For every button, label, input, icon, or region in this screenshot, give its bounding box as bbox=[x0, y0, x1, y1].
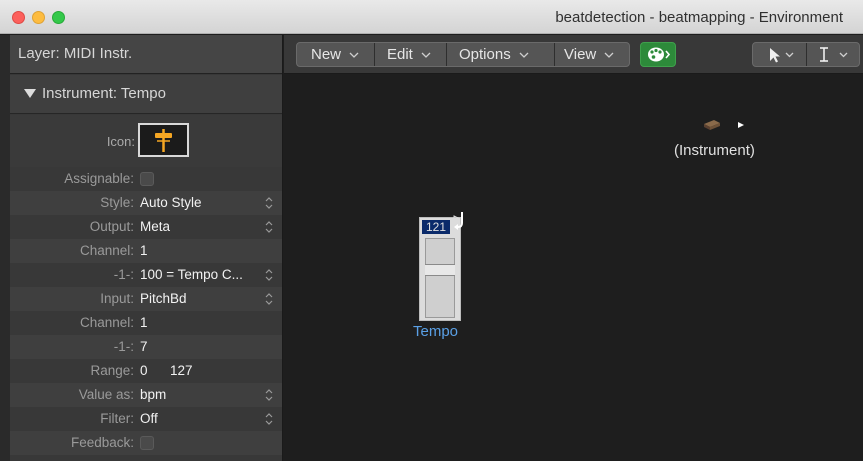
chevron-down-icon bbox=[421, 52, 431, 58]
toolbar-divider bbox=[374, 43, 375, 66]
parameter-value[interactable]: 1 bbox=[140, 315, 148, 330]
toolbar-divider bbox=[554, 43, 555, 66]
new-menu-button[interactable]: New bbox=[311, 43, 359, 66]
chevron-down-icon bbox=[604, 52, 614, 58]
parameter-row: Feedback: bbox=[10, 431, 282, 455]
tool-menu-group bbox=[752, 42, 860, 67]
chevron-down-icon bbox=[519, 52, 529, 58]
parameter-row: Channel: 1 bbox=[10, 311, 282, 335]
options-menu-button[interactable]: Options bbox=[459, 43, 529, 66]
parameter-row: Channel: 1 bbox=[10, 239, 282, 263]
parameter-label: Input: bbox=[100, 291, 134, 306]
parameter-row: Output: Meta bbox=[10, 215, 282, 239]
parameter-checkbox[interactable] bbox=[140, 436, 154, 450]
instrument-object-icon[interactable] bbox=[702, 118, 748, 132]
parameter-label: Filter: bbox=[100, 411, 134, 426]
view-label: View bbox=[564, 46, 597, 63]
inspector-panel: Layer: MIDI Instr. Instrument: Tempo Ico… bbox=[0, 35, 283, 461]
updown-chevron-icon[interactable] bbox=[265, 388, 273, 402]
palette-icon bbox=[648, 47, 671, 62]
tempo-fader-icon bbox=[155, 129, 172, 152]
updown-chevron-icon[interactable] bbox=[265, 220, 273, 234]
parameter-row: Style: Auto Style bbox=[10, 191, 282, 215]
parameter-label: Assignable: bbox=[64, 171, 134, 186]
parameter-value[interactable]: 0 bbox=[140, 363, 148, 378]
parameter-label: -1-: bbox=[113, 339, 134, 354]
palette-button[interactable] bbox=[640, 42, 676, 67]
edit-menu-button[interactable]: Edit bbox=[387, 43, 431, 66]
parameter-value[interactable]: Off bbox=[140, 411, 158, 426]
fader-value: 121 bbox=[422, 220, 450, 234]
parameter-value[interactable]: PitchBd bbox=[140, 291, 187, 306]
instrument-object-label[interactable]: (Instrument) bbox=[674, 142, 755, 159]
parameter-row: Assignable: bbox=[10, 167, 282, 191]
environment-canvas[interactable]: (Instrument) 121 Tempo bbox=[284, 74, 863, 461]
zoom-window-button[interactable] bbox=[52, 11, 65, 24]
parameter-label: Value as: bbox=[78, 387, 134, 402]
layer-label: Layer: MIDI Instr. bbox=[18, 45, 133, 62]
pointer-tool-icon bbox=[770, 48, 794, 63]
parameter-value-max[interactable]: 127 bbox=[170, 363, 193, 378]
icon-row: Icon: bbox=[10, 115, 282, 167]
parameter-checkbox[interactable] bbox=[140, 172, 154, 186]
layer-header[interactable]: Layer: MIDI Instr. bbox=[10, 35, 282, 74]
cable-connector-icon[interactable] bbox=[452, 209, 472, 235]
edit-label: Edit bbox=[387, 46, 413, 63]
parameter-row: Value as: bpm bbox=[10, 383, 282, 407]
toolbar-divider bbox=[446, 43, 447, 66]
minimize-window-button[interactable] bbox=[32, 11, 45, 24]
fader-name-label[interactable]: Tempo bbox=[413, 323, 458, 340]
instrument-label: Instrument: Tempo bbox=[42, 85, 166, 102]
parameter-row: Input: PitchBd bbox=[10, 287, 282, 311]
parameter-label: Range: bbox=[90, 363, 134, 378]
parameter-row: -1-: 7 bbox=[10, 335, 282, 359]
parameter-value[interactable]: 7 bbox=[140, 339, 148, 354]
fader-track[interactable] bbox=[425, 238, 455, 318]
text-cursor-tool-icon bbox=[820, 47, 848, 62]
text-tool-menu[interactable] bbox=[812, 43, 856, 66]
parameter-row: -1-: 100 = Tempo C... bbox=[10, 263, 282, 287]
icon-label: Icon: bbox=[106, 134, 135, 149]
parameter-label: Channel: bbox=[79, 243, 134, 258]
window-title: beatdetection - beatmapping - Environmen… bbox=[555, 9, 843, 26]
view-menu-button[interactable]: View bbox=[564, 43, 614, 66]
title-bar: beatdetection - beatmapping - Environmen… bbox=[0, 0, 863, 34]
updown-chevron-icon[interactable] bbox=[265, 196, 273, 210]
close-window-button[interactable] bbox=[12, 11, 25, 24]
parameter-value[interactable]: Meta bbox=[140, 219, 170, 234]
toolbar: New Edit Options View bbox=[284, 35, 863, 74]
parameter-value[interactable]: 100 = Tempo C... bbox=[140, 267, 243, 282]
parameter-label: Feedback: bbox=[70, 435, 134, 450]
parameter-label: Channel: bbox=[79, 315, 134, 330]
environment-area: New Edit Options View (Instrument) 121 T… bbox=[284, 35, 863, 461]
chevron-down-icon bbox=[349, 52, 359, 58]
parameter-row: Filter: Off bbox=[10, 407, 282, 431]
parameter-label: -1-: bbox=[113, 267, 134, 282]
pointer-tool-menu[interactable] bbox=[765, 43, 797, 66]
new-label: New bbox=[311, 46, 342, 63]
parameter-label: Output: bbox=[89, 219, 134, 234]
updown-chevron-icon[interactable] bbox=[265, 292, 273, 306]
menu-button-group: New Edit Options View bbox=[296, 42, 630, 67]
parameter-value[interactable]: bpm bbox=[140, 387, 166, 402]
parameter-value[interactable]: 1 bbox=[140, 243, 148, 258]
parameter-label: Style: bbox=[100, 195, 134, 210]
instrument-icon-well[interactable] bbox=[138, 123, 189, 157]
options-label: Options bbox=[459, 46, 511, 63]
updown-chevron-icon[interactable] bbox=[265, 412, 273, 426]
updown-chevron-icon[interactable] bbox=[265, 268, 273, 282]
parameter-value[interactable]: Auto Style bbox=[140, 195, 202, 210]
toolbar-divider bbox=[806, 43, 807, 66]
fader-thumb[interactable] bbox=[425, 263, 455, 276]
instrument-header[interactable]: Instrument: Tempo bbox=[10, 75, 282, 114]
disclosure-triangle-icon[interactable] bbox=[24, 89, 36, 98]
parameter-row: Range: 0 127 bbox=[10, 359, 282, 383]
